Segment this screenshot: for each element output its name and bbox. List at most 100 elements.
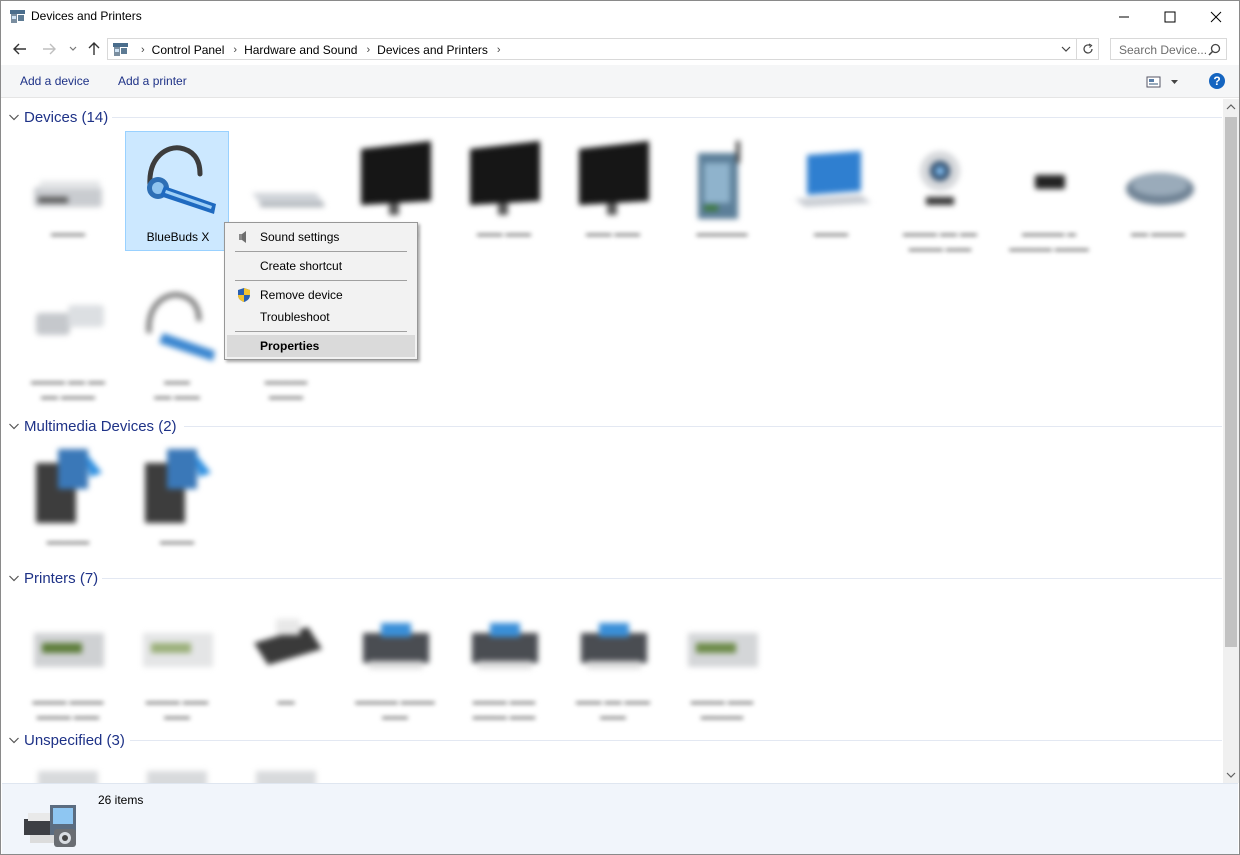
device-tile[interactable]: ▁▁▁▁ xyxy=(16,131,120,251)
group-divider xyxy=(102,578,1222,579)
menu-separator xyxy=(235,280,407,281)
network-adapter-icon xyxy=(698,141,740,219)
refresh-icon xyxy=(1082,43,1093,54)
device-label: ▁▁▁▁▁ ▁▁▁▁ xyxy=(264,372,308,399)
vertical-scrollbar[interactable] xyxy=(1223,99,1239,783)
printer-tile[interactable]: ▁▁▁ ▁▁ ▁▁▁ ▁▁▁ xyxy=(561,599,665,719)
scroll-up-icon[interactable] xyxy=(1226,103,1236,111)
maximize-button[interactable] xyxy=(1147,1,1193,32)
menu-item-remove-device[interactable]: Remove device xyxy=(227,284,415,306)
close-button[interactable] xyxy=(1193,1,1239,32)
group-title-multimedia: Multimedia Devices (2) xyxy=(24,417,177,435)
breadcrumb-separator[interactable]: › xyxy=(366,44,370,56)
unspecified-tile[interactable] xyxy=(234,755,338,783)
back-button[interactable] xyxy=(10,39,30,59)
device-tile[interactable]: ▁▁▁▁ ▁▁ ▁▁ ▁▁▁▁ ▁▁▁ xyxy=(888,131,992,251)
device-tile[interactable]: ▁▁▁ ▁▁▁ xyxy=(452,131,556,251)
breadcrumb-separator[interactable]: › xyxy=(233,44,237,56)
group-header-printers[interactable]: Printers (7) xyxy=(8,568,98,588)
device-label: ▁▁ ▁▁▁▁ xyxy=(1131,224,1185,236)
help-button[interactable]: ? xyxy=(1209,73,1225,89)
recent-locations-button[interactable] xyxy=(65,39,81,59)
printer-label: ▁▁▁▁ ▁▁▁ ▁▁▁▁ ▁▁▁ xyxy=(472,692,536,719)
printer-tile[interactable]: ▁▁▁▁ ▁▁▁ ▁▁▁ xyxy=(125,599,229,719)
device-label-bluebuds-x: BlueBuds X xyxy=(146,230,210,244)
arrow-left-icon xyxy=(13,43,26,55)
media-server-icon xyxy=(145,449,211,523)
menu-item-sound-settings[interactable]: Sound settings xyxy=(227,226,415,248)
menu-item-troubleshoot[interactable]: Troubleshoot xyxy=(227,306,415,328)
speaker-icon xyxy=(239,231,246,243)
device-tile[interactable]: ▁▁▁▁ ▁▁ ▁▁ ▁▁ ▁▁▁▁ xyxy=(16,279,120,399)
add-printer-button[interactable]: Add a printer xyxy=(118,74,187,88)
breadcrumb-devices-and-printers[interactable]: Devices and Printers xyxy=(377,43,488,57)
network-adapter-icon xyxy=(36,305,104,335)
title-bar: Devices and Printers xyxy=(1,1,1239,33)
device-tile[interactable]: ▁▁▁▁ xyxy=(779,131,883,251)
scrollbar-thumb[interactable] xyxy=(1225,117,1237,647)
address-bar[interactable]: › Control Panel › Hardware and Sound › D… xyxy=(107,38,1077,60)
breadcrumb-separator[interactable]: › xyxy=(497,44,501,56)
group-title-printers: Printers (7) xyxy=(24,569,99,587)
device-tile[interactable]: ▁▁▁▁▁ ▁ ▁▁▁▁▁ ▁▁▁▁ xyxy=(997,131,1101,251)
printer-icon xyxy=(688,633,758,667)
menu-item-create-shortcut[interactable]: Create shortcut xyxy=(227,255,415,277)
chevron-down-icon xyxy=(9,423,19,430)
group-header-unspecified[interactable]: Unspecified (3) xyxy=(8,730,125,750)
group-header-devices[interactable]: Devices (14) xyxy=(8,107,108,127)
up-button[interactable] xyxy=(84,39,104,59)
printer-label: ▁▁▁ ▁▁ ▁▁▁ ▁▁▁ xyxy=(576,692,650,719)
printer-tile[interactable]: ▁▁▁▁▁ ▁▁▁▁ ▁▁▁ xyxy=(343,599,447,719)
printer-tile[interactable]: ▁▁▁▁ ▁▁▁▁ ▁▁▁▁ ▁▁▁ xyxy=(16,599,120,719)
device-tile[interactable]: ▁▁▁ ▁▁▁ xyxy=(561,131,665,251)
multimedia-tile[interactable]: ▁▁▁▁▁ xyxy=(16,439,120,559)
group-divider xyxy=(112,117,1222,118)
device-tile[interactable]: ▁▁ ▁▁▁▁ xyxy=(1106,131,1210,251)
group-header-multimedia[interactable]: Multimedia Devices (2) xyxy=(8,416,177,436)
minimize-button[interactable] xyxy=(1101,1,1147,32)
device-label: ▁▁▁ ▁▁ ▁▁▁ xyxy=(154,372,200,399)
group-divider xyxy=(184,426,1222,427)
search-icon[interactable] xyxy=(1208,43,1221,56)
device-icon xyxy=(256,771,316,783)
media-server-icon xyxy=(36,449,102,523)
scroll-down-icon[interactable] xyxy=(1226,771,1236,779)
breadcrumb-hardware-and-sound[interactable]: Hardware and Sound xyxy=(244,43,357,57)
headset-icon xyxy=(146,292,215,361)
breadcrumb-separator[interactable]: › xyxy=(141,44,145,56)
laptop-icon xyxy=(795,151,871,207)
refresh-button[interactable] xyxy=(1077,38,1099,60)
device-tile[interactable]: ▁▁▁ ▁▁ ▁▁▁ xyxy=(125,279,229,399)
menu-separator xyxy=(235,331,407,332)
device-label: ▁▁▁▁▁▁ xyxy=(696,224,748,236)
window-title: Devices and Printers xyxy=(31,9,142,23)
router-icon xyxy=(34,181,102,207)
group-title-unspecified: Unspecified (3) xyxy=(24,731,125,749)
search-placeholder: Search Device... xyxy=(1119,43,1208,57)
printer-icon xyxy=(34,633,104,667)
printer-tile[interactable]: ▁▁ xyxy=(234,599,338,719)
monitor-icon xyxy=(361,141,431,215)
device-label: ▁▁▁ ▁▁▁ xyxy=(586,224,640,236)
unspecified-tile[interactable] xyxy=(125,755,229,783)
device-label: ▁▁▁▁▁ ▁ ▁▁▁▁▁ ▁▁▁▁ xyxy=(1009,224,1089,251)
usb-receiver-icon xyxy=(1035,175,1065,189)
menu-item-properties[interactable]: Properties xyxy=(227,335,415,357)
device-tile[interactable]: ▁▁▁▁▁▁ xyxy=(670,131,774,251)
add-device-button[interactable]: Add a device xyxy=(20,74,89,88)
printer-tile[interactable]: ▁▁▁▁ ▁▁▁ ▁▁▁▁▁ xyxy=(670,599,774,719)
unspecified-tile[interactable] xyxy=(16,755,120,783)
group-divider xyxy=(130,740,1222,741)
device-tile-selected[interactable]: BlueBuds X xyxy=(125,131,229,251)
headset-icon xyxy=(147,145,216,214)
device-icon xyxy=(38,771,98,783)
change-view-button[interactable] xyxy=(1145,74,1181,90)
address-dropdown-icon[interactable] xyxy=(1060,42,1072,56)
printer-icon xyxy=(363,623,429,669)
multimedia-tile[interactable]: ▁▁▁▁ xyxy=(125,439,229,559)
forward-button[interactable] xyxy=(39,39,59,59)
close-icon xyxy=(1210,11,1222,22)
printer-tile[interactable]: ▁▁▁▁ ▁▁▁ ▁▁▁▁ ▁▁▁ xyxy=(452,599,556,719)
breadcrumb-control-panel[interactable]: Control Panel xyxy=(152,43,225,57)
search-input[interactable]: Search Device... xyxy=(1110,38,1227,60)
